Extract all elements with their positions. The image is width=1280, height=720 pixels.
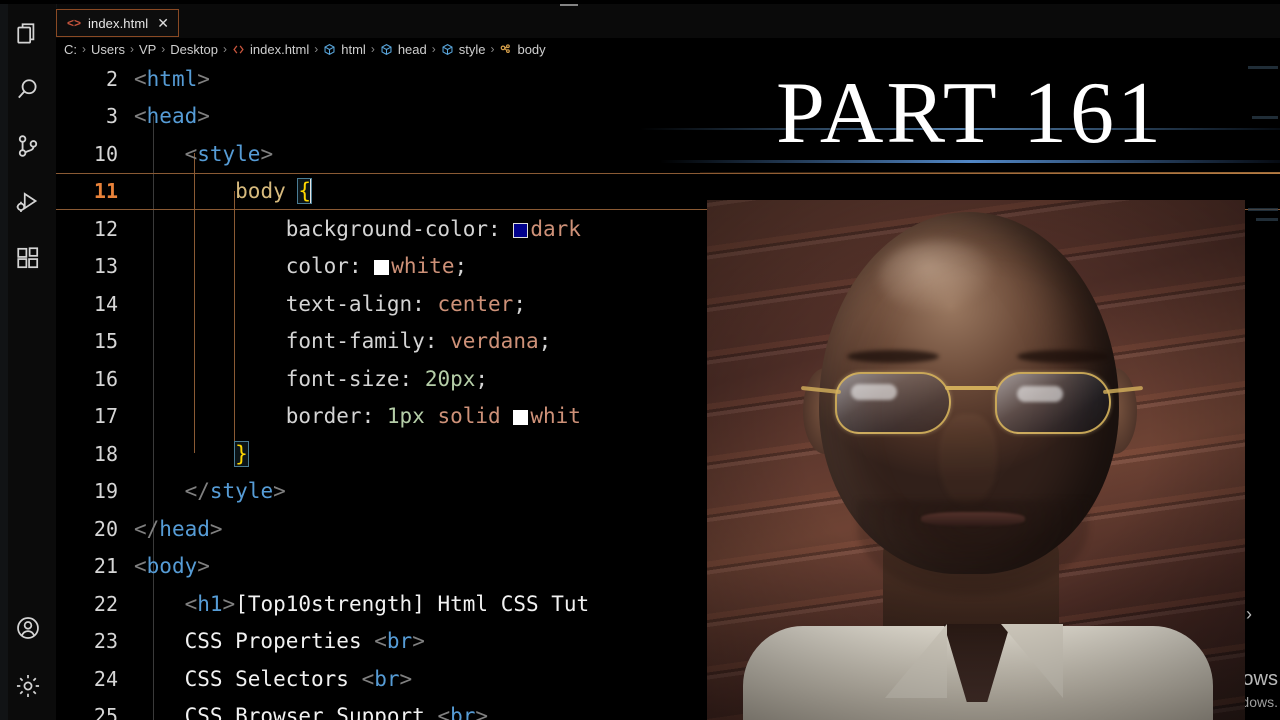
minimap-line	[1256, 218, 1278, 221]
activity-bar-top-group	[6, 14, 50, 278]
breadcrumb-label: index.html	[250, 41, 310, 57]
sidebar-item-explorer[interactable]	[6, 14, 50, 54]
breadcrumb-item-drive[interactable]: C:	[64, 42, 77, 57]
breadcrumb-item-desktop[interactable]: Desktop	[170, 42, 218, 57]
breadcrumb-separator: ›	[223, 42, 227, 56]
line-number: 10	[93, 141, 118, 166]
code-line-text: border: 1px solid whit	[285, 404, 581, 429]
close-icon[interactable]: ✕	[155, 16, 169, 30]
breadcrumb-label: VP	[138, 41, 157, 57]
breadcrumb-separator: ›	[129, 42, 134, 56]
line-number: 23	[93, 629, 118, 654]
breadcrumb-separator: ›	[82, 42, 86, 56]
code-line-text: CSS Browser Support <br>	[184, 704, 489, 720]
breadcrumb-label: style	[458, 41, 486, 57]
line-number: 19	[93, 479, 118, 504]
breadcrumb-label: html	[341, 41, 366, 57]
breadcrumb-label: head	[397, 41, 427, 57]
code-line-text: background-color: dark	[285, 216, 581, 241]
part-title-overlay: PART 161	[776, 64, 1164, 162]
tab-bar: <> index.html ✕	[56, 8, 1280, 38]
breadcrumb-item-vp[interactable]: VP	[139, 42, 156, 57]
symbol-field-icon	[441, 43, 454, 56]
breadcrumb-label: Desktop	[170, 41, 218, 57]
line-number: 24	[93, 666, 118, 691]
line-number: 2	[105, 66, 118, 91]
line-number: 3	[105, 104, 118, 129]
account-icon[interactable]	[6, 608, 50, 648]
code-line-text: color: white;	[285, 254, 468, 279]
breadcrumb-item-style[interactable]: style	[441, 41, 486, 57]
code-line-text: <head>	[134, 104, 210, 129]
html-file-icon	[232, 43, 245, 56]
code-line-text: <h1>[Top10strength] Html CSS Tut	[184, 591, 590, 616]
minimap-line	[1248, 208, 1278, 211]
chevron-right-icon[interactable]: ›	[1246, 604, 1252, 625]
code-line-text: CSS Properties <br>	[184, 629, 425, 654]
video-frame-top-bar	[0, 0, 1280, 4]
code-line-text: </style>	[184, 479, 286, 504]
webcam-overlay	[707, 200, 1245, 720]
line-number: 21	[93, 554, 118, 579]
breadcrumb-separator: ›	[314, 42, 319, 56]
breadcrumb-item-html[interactable]: html	[323, 42, 366, 57]
symbol-field-icon	[380, 43, 393, 56]
line-number: 13	[93, 254, 118, 279]
code-line-text: <style>	[184, 141, 274, 166]
line-number: 25	[93, 704, 118, 720]
breadcrumb-item-users[interactable]: Users	[91, 42, 125, 57]
line-number: 18	[93, 441, 118, 466]
symbol-key-icon	[499, 43, 512, 56]
banner-rule	[700, 172, 1280, 174]
line-number: 22	[93, 591, 118, 616]
breadcrumb: C: › Users › VP › Desktop › index.html ›	[56, 39, 1280, 59]
minimap-line	[1248, 66, 1278, 69]
breadcrumb-separator: ›	[431, 42, 436, 56]
breadcrumb-separator: ›	[161, 42, 166, 56]
html-file-icon: <>	[67, 16, 82, 30]
color-swatch-white[interactable]	[513, 410, 529, 426]
color-swatch-darkblue[interactable]	[513, 222, 529, 238]
code-line-text: text-align: center;	[285, 291, 526, 316]
breadcrumb-separator: ›	[370, 42, 375, 56]
tab-index-html[interactable]: <> index.html ✕	[56, 9, 179, 37]
code-line-text: body {	[235, 178, 313, 205]
breadcrumb-label: body	[517, 41, 546, 57]
line-number: 12	[93, 216, 118, 241]
line-number: 17	[93, 404, 118, 429]
line-number: 14	[93, 291, 118, 316]
code-line-text: <body>	[134, 554, 210, 579]
line-number: 20	[93, 516, 118, 541]
code-line-text: CSS Selectors <br>	[184, 666, 413, 691]
code-line-text: <html>	[134, 66, 210, 91]
line-number: 16	[93, 366, 118, 391]
code-line-text: font-family: verdana;	[285, 329, 552, 354]
code-line-text: font-size: 20px;	[285, 366, 489, 391]
webcam-vignette	[707, 200, 1245, 720]
breadcrumb-item-body[interactable]: body	[499, 41, 546, 57]
sidebar-item-run-and-debug[interactable]	[6, 182, 50, 222]
text-cursor	[310, 178, 313, 205]
color-swatch-white[interactable]	[374, 260, 390, 276]
code-line-text: </head>	[134, 516, 223, 541]
minimap-line	[1252, 116, 1278, 119]
screenshot-root: <> index.html ✕ C: › Users › VP › Deskto…	[0, 0, 1280, 720]
activity-bar-bottom-group	[6, 608, 50, 706]
line-number: 15	[93, 329, 118, 354]
sidebar-item-source-control[interactable]	[6, 126, 50, 166]
breadcrumb-separator: ›	[490, 42, 495, 56]
activity-bar	[0, 0, 57, 720]
breadcrumb-item-index-html[interactable]: index.html	[232, 42, 309, 57]
symbol-field-icon	[323, 43, 336, 56]
gear-icon[interactable]	[6, 666, 50, 706]
breadcrumb-item-head[interactable]: head	[380, 42, 427, 57]
sidebar-item-extensions[interactable]	[6, 238, 50, 278]
code-line-text: }	[234, 440, 249, 467]
sidebar-item-search[interactable]	[6, 70, 50, 110]
line-number-active: 11	[93, 179, 118, 204]
tab-label: index.html	[88, 15, 149, 31]
breadcrumb-label: Users	[91, 41, 125, 57]
breadcrumb-label: C:	[64, 41, 77, 57]
